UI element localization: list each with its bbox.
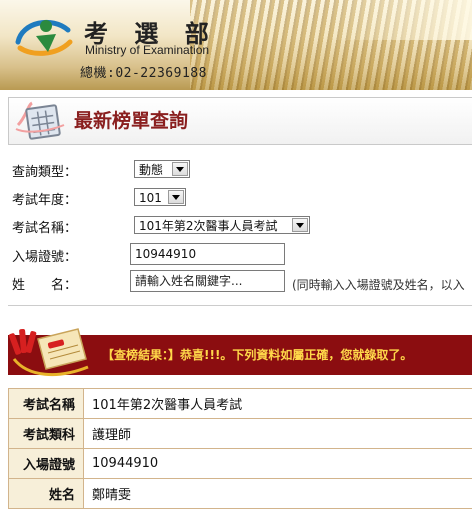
query-type-label: 查詢類型： <box>12 165 78 180</box>
org-name-en: Ministry of Examination <box>85 43 210 57</box>
row-value: 鄭晴雯 <box>83 478 472 509</box>
admission-no-input[interactable]: 10944910 <box>130 243 285 265</box>
query-type-value: 動態 <box>139 163 164 177</box>
exam-year-select[interactable]: 101 <box>134 188 186 206</box>
chevron-down-icon[interactable] <box>172 162 188 176</box>
exam-year-label: 考試年度： <box>12 193 78 208</box>
result-message: 【查榜結果：】恭喜!!!。下列資料如屬正確，您就錄取了。 <box>102 348 413 362</box>
chevron-down-icon[interactable] <box>168 190 184 204</box>
row-label: 考試名稱 <box>8 388 84 419</box>
exam-name-select[interactable]: 101年第2次醫事人員考試 <box>134 216 310 234</box>
exam-year-value: 101 <box>139 191 162 205</box>
row-value: 10944910 <box>83 448 472 479</box>
scroll-firecracker-icon <box>8 328 89 377</box>
row-value: 護理師 <box>83 418 472 449</box>
calendar-icon <box>15 101 65 140</box>
query-type-select[interactable]: 動態 <box>134 160 190 178</box>
chevron-down-icon[interactable] <box>292 218 308 232</box>
table-row: 考試類科 護理師 <box>8 418 472 449</box>
table-row: 考試名稱 101年第2次醫事人員考試 <box>8 388 472 419</box>
name-input[interactable]: 請輸入姓名關鍵字... <box>130 270 285 292</box>
name-label: 姓 名： <box>12 278 78 293</box>
exam-name-value: 101年第2次醫事人員考試 <box>139 219 278 233</box>
divider <box>8 305 472 306</box>
ministry-logo-icon <box>15 19 73 56</box>
search-hint: (同時輸入入場證號及姓名，以入 <box>292 278 465 292</box>
table-row: 入場證號 10944910 <box>8 448 472 479</box>
page-title: 最新榜單查詢 <box>74 110 189 132</box>
exam-name-label: 考試名稱： <box>12 221 78 236</box>
phone-number: 總機:02-22369188 <box>80 66 207 81</box>
result-table: 考試名稱 101年第2次醫事人員考試 考試類科 護理師 入場證號 1094491… <box>8 388 472 509</box>
admission-no-label: 入場證號： <box>12 250 78 265</box>
row-label: 入場證號 <box>8 448 84 479</box>
row-label: 考試類科 <box>8 418 84 449</box>
table-row: 姓名 鄭晴雯 <box>8 478 472 509</box>
row-value: 101年第2次醫事人員考試 <box>83 388 472 419</box>
row-label: 姓名 <box>8 478 84 509</box>
